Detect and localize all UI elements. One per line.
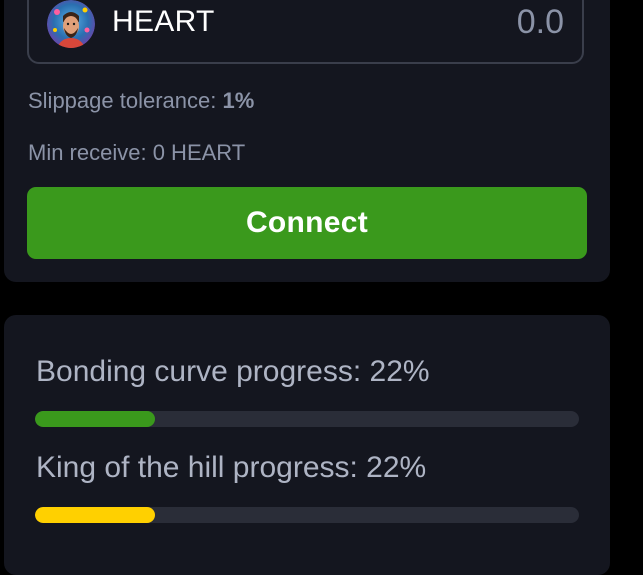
bonding-curve-progress-bar [35,411,579,427]
trade-card: HEART Slippage tolerance: 1% Min receive… [4,0,610,282]
connect-button[interactable]: Connect [27,187,587,259]
king-of-the-hill-progress-bar [35,507,579,523]
king-of-the-hill-progress-label: King of the hill progress: 22% [36,451,427,484]
bonding-curve-progress-label: Bonding curve progress: 22% [36,355,430,388]
token-symbol: HEART [112,5,215,38]
bonding-curve-progress-fill [35,411,155,427]
min-receive: Min receive: 0 HEART [28,140,246,165]
slippage-label: Slippage tolerance: [28,88,223,113]
progress-card: Bonding curve progress: 22% King of the … [4,315,610,575]
slippage-value: 1% [222,88,255,113]
king-of-the-hill-progress-fill [35,507,155,523]
token-output-box: HEART [27,0,584,64]
amount-input[interactable] [412,2,566,43]
token-avatar-icon [47,0,95,48]
slippage-tolerance[interactable]: Slippage tolerance: 1% [28,88,254,114]
